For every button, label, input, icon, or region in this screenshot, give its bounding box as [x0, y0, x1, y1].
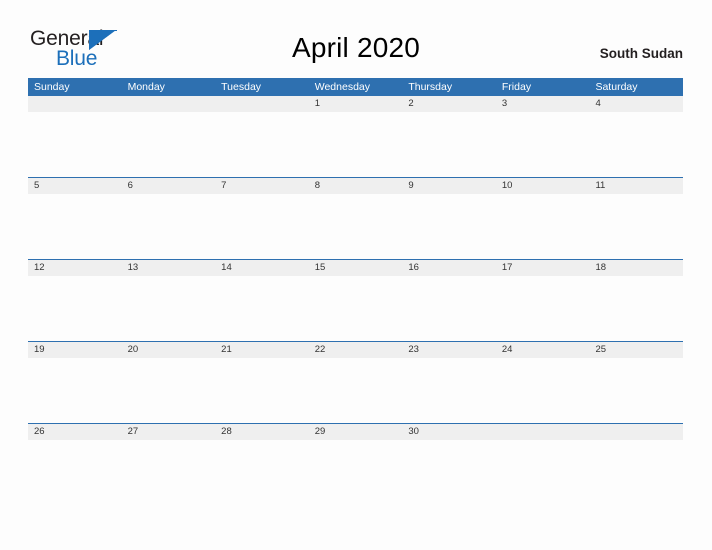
day-cell[interactable]	[215, 358, 309, 423]
day-cell[interactable]	[122, 440, 216, 505]
date-number[interactable]: 6	[122, 178, 216, 194]
date-number[interactable]: 18	[589, 260, 683, 276]
day-cell[interactable]	[309, 440, 403, 505]
date-number[interactable]: 9	[402, 178, 496, 194]
date-number[interactable]: 8	[309, 178, 403, 194]
week-row: 26 27 28 29 30	[28, 423, 683, 505]
day-of-week-header-row: Sunday Monday Tuesday Wednesday Thursday…	[28, 78, 683, 96]
day-header-thursday: Thursday	[408, 81, 453, 93]
date-number[interactable]: 22	[309, 342, 403, 358]
day-cell[interactable]	[309, 194, 403, 259]
week-date-strip: 19 20 21 22 23 24 25	[28, 341, 683, 358]
day-cell[interactable]	[402, 276, 496, 341]
week-row: 19 20 21 22 23 24 25	[28, 341, 683, 423]
calendar-page: General Blue April 2020 South Sudan Sund…	[0, 0, 712, 550]
day-header-sunday: Sunday	[34, 81, 70, 93]
week-body-row	[28, 276, 683, 341]
date-number[interactable]: 19	[28, 342, 122, 358]
date-number[interactable]: 14	[215, 260, 309, 276]
date-number[interactable]: 15	[309, 260, 403, 276]
region-label: South Sudan	[599, 46, 683, 61]
day-cell[interactable]	[122, 112, 216, 177]
week-row: 12 13 14 15 16 17 18	[28, 259, 683, 341]
day-header-monday: Monday	[127, 81, 165, 93]
day-cell[interactable]	[496, 112, 590, 177]
date-number[interactable]: 17	[496, 260, 590, 276]
day-cell[interactable]	[496, 440, 590, 505]
day-header-friday: Friday	[501, 81, 532, 93]
week-body-row	[28, 440, 683, 505]
date-number[interactable]: 3	[496, 96, 590, 112]
week-row: 1 2 3 4	[28, 96, 683, 177]
week-body-row	[28, 112, 683, 177]
day-cell[interactable]	[589, 276, 683, 341]
day-cell[interactable]	[402, 112, 496, 177]
day-cell[interactable]	[496, 276, 590, 341]
day-cell[interactable]	[28, 276, 122, 341]
date-number[interactable]: 26	[28, 424, 122, 440]
week-body-row	[28, 194, 683, 259]
day-cell[interactable]	[122, 194, 216, 259]
date-number[interactable]	[28, 96, 122, 112]
day-cell[interactable]	[215, 194, 309, 259]
day-header-saturday: Saturday	[595, 81, 638, 93]
date-number[interactable]: 16	[402, 260, 496, 276]
day-cell[interactable]	[122, 358, 216, 423]
week-date-strip: 1 2 3 4	[28, 96, 683, 112]
date-number[interactable]	[215, 96, 309, 112]
day-cell[interactable]	[28, 440, 122, 505]
day-cell[interactable]	[589, 194, 683, 259]
day-cell[interactable]	[215, 112, 309, 177]
day-cell[interactable]	[589, 112, 683, 177]
day-cell[interactable]	[28, 194, 122, 259]
day-cell[interactable]	[28, 358, 122, 423]
week-date-strip: 12 13 14 15 16 17 18	[28, 259, 683, 276]
day-cell[interactable]	[402, 194, 496, 259]
week-row: 5 6 7 8 9 10 11	[28, 177, 683, 259]
date-number[interactable]: 11	[589, 178, 683, 194]
date-number[interactable]: 24	[496, 342, 590, 358]
date-number[interactable]: 1	[309, 96, 403, 112]
date-number[interactable]	[496, 424, 590, 440]
day-cell[interactable]	[215, 440, 309, 505]
day-cell[interactable]	[496, 358, 590, 423]
date-number[interactable]: 27	[122, 424, 216, 440]
date-number[interactable]	[589, 424, 683, 440]
day-cell[interactable]	[215, 276, 309, 341]
day-cell[interactable]	[309, 276, 403, 341]
day-cell[interactable]	[496, 194, 590, 259]
day-header-tuesday: Tuesday	[221, 81, 262, 93]
date-number[interactable]: 10	[496, 178, 590, 194]
day-cell[interactable]	[589, 440, 683, 505]
date-number[interactable]	[122, 96, 216, 112]
day-cell[interactable]	[589, 358, 683, 423]
date-number[interactable]: 21	[215, 342, 309, 358]
day-cell[interactable]	[122, 276, 216, 341]
day-cell[interactable]	[309, 358, 403, 423]
date-number[interactable]: 7	[215, 178, 309, 194]
date-number[interactable]: 4	[589, 96, 683, 112]
date-number[interactable]: 2	[402, 96, 496, 112]
date-number[interactable]: 30	[402, 424, 496, 440]
week-date-strip: 5 6 7 8 9 10 11	[28, 177, 683, 194]
calendar-grid: Sunday Monday Tuesday Wednesday Thursday…	[28, 78, 683, 505]
date-number[interactable]: 25	[589, 342, 683, 358]
date-number[interactable]: 5	[28, 178, 122, 194]
day-cell[interactable]	[309, 112, 403, 177]
date-number[interactable]: 13	[122, 260, 216, 276]
date-number[interactable]: 20	[122, 342, 216, 358]
day-header-wednesday: Wednesday	[314, 81, 370, 93]
day-cell[interactable]	[402, 440, 496, 505]
date-number[interactable]: 28	[215, 424, 309, 440]
week-body-row	[28, 358, 683, 423]
week-date-strip: 26 27 28 29 30	[28, 423, 683, 440]
date-number[interactable]: 23	[402, 342, 496, 358]
date-number[interactable]: 29	[309, 424, 403, 440]
day-cell[interactable]	[402, 358, 496, 423]
date-number[interactable]: 12	[28, 260, 122, 276]
day-cell[interactable]	[28, 112, 122, 177]
page-header: General Blue April 2020 South Sudan	[0, 0, 712, 76]
